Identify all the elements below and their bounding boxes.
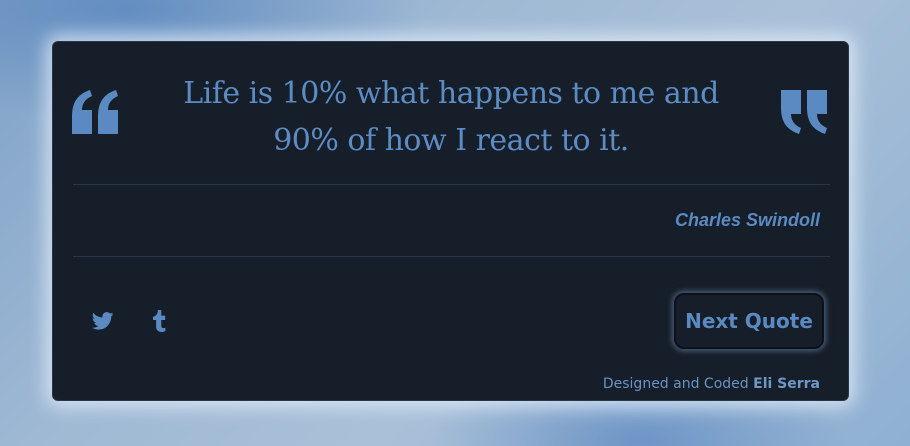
next-quote-button[interactable]: Next Quote <box>674 293 824 349</box>
quote-text: Life is 10% what happens to me and 90% o… <box>183 76 719 158</box>
close-quote-icon <box>779 90 829 150</box>
tumblr-share-button[interactable] <box>146 309 172 337</box>
credit-line: Designed and Coded Eli Serra <box>603 375 820 393</box>
divider <box>73 184 830 185</box>
quote-card: Life is 10% what happens to me and 90% o… <box>52 41 849 401</box>
twitter-icon <box>91 311 114 335</box>
credit-prefix: Designed and Coded <box>602 376 749 392</box>
tumblr-icon <box>152 309 166 337</box>
credit-author-link[interactable]: Eli Serra <box>753 376 820 392</box>
tweet-button[interactable] <box>90 310 116 336</box>
open-quote-icon <box>70 90 120 150</box>
quote-author: Charles Swindoll <box>674 210 820 230</box>
divider <box>73 256 830 257</box>
